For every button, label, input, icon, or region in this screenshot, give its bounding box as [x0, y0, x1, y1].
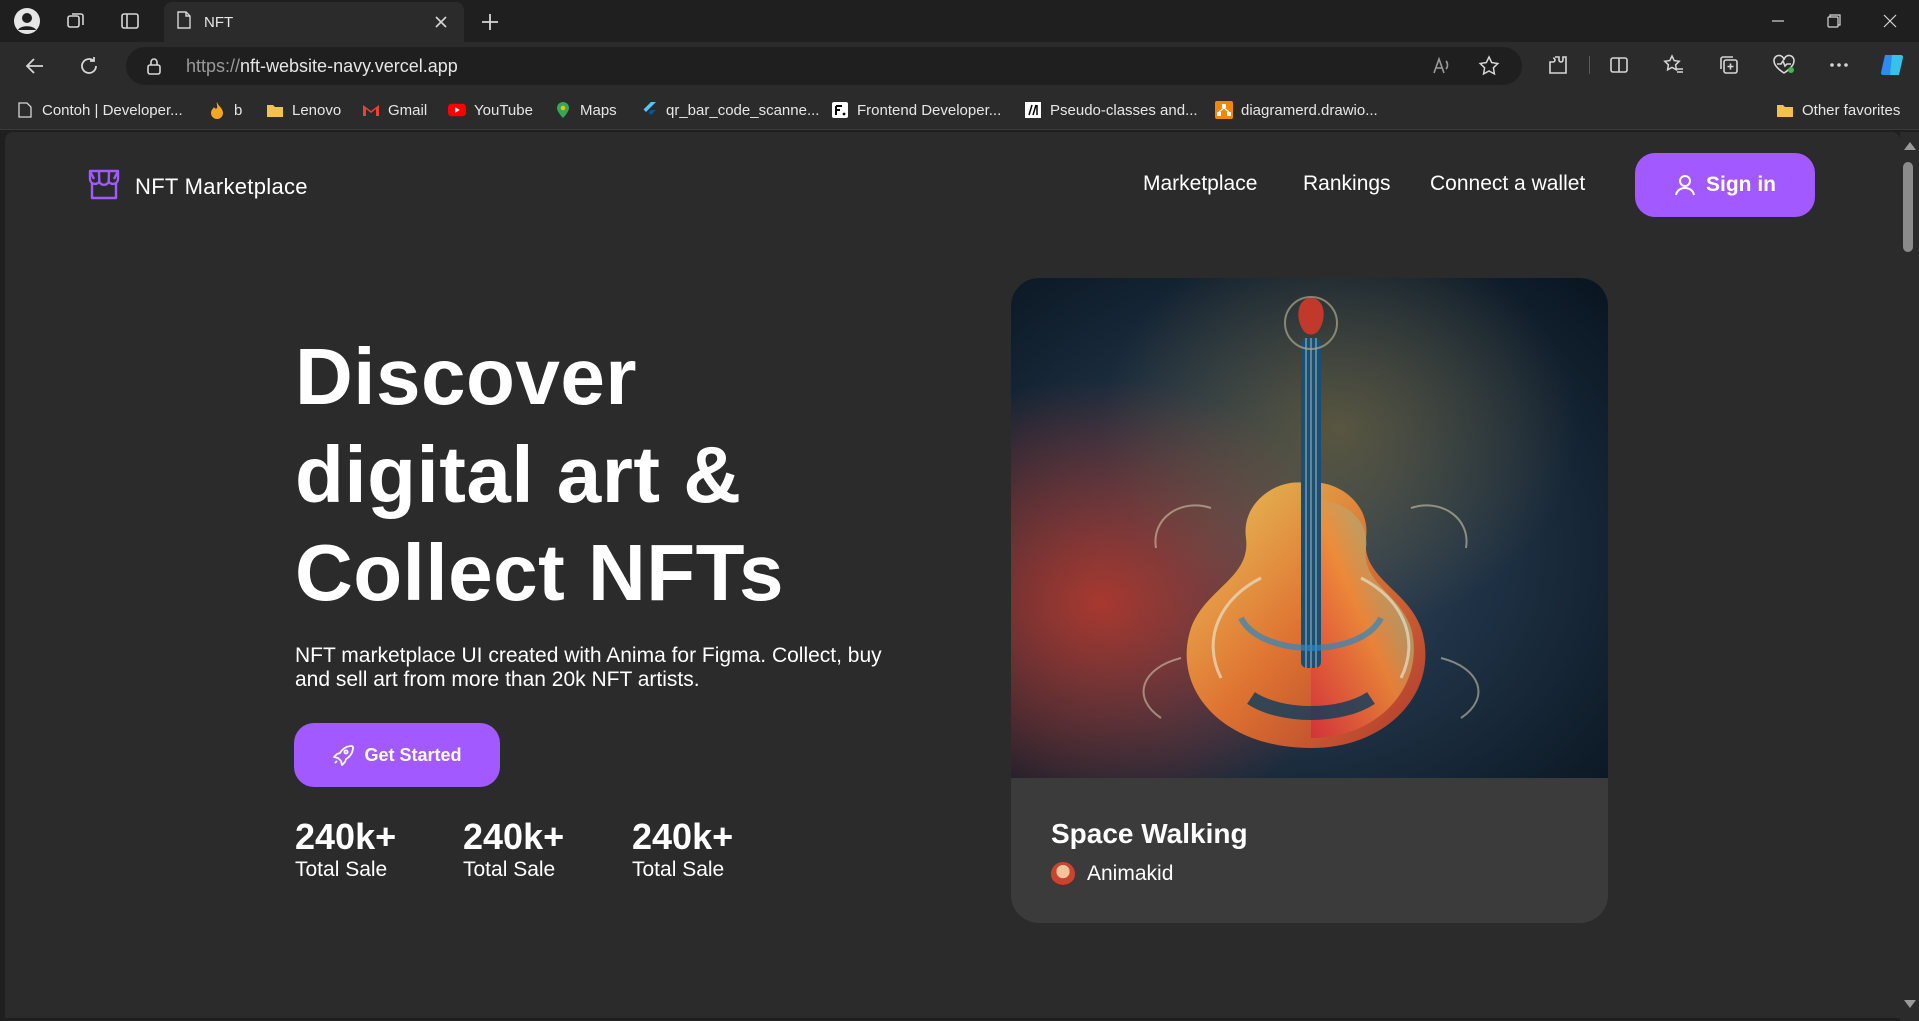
bookmark-item[interactable]: Contoh | Developer... — [16, 90, 183, 130]
get-started-button[interactable]: Get Started — [294, 723, 500, 787]
bookmark-item[interactable]: Lenovo — [266, 90, 341, 130]
drawio-icon — [1215, 101, 1233, 119]
hero-title-line: Discover — [295, 332, 637, 421]
stat-value: 240k+ — [632, 816, 734, 857]
fire-icon — [208, 101, 226, 119]
extensions-icon[interactable] — [1541, 48, 1575, 82]
storefront-icon — [87, 168, 121, 205]
stat-label: Total Sale — [632, 858, 725, 881]
stat-label: Total Sale — [463, 858, 556, 881]
page-scrollbar[interactable] — [1900, 132, 1919, 1021]
bookmark-item[interactable]: Pseudo-classes and... — [1024, 90, 1198, 130]
close-tab-icon[interactable] — [430, 11, 452, 33]
profile-icon[interactable] — [9, 3, 45, 39]
read-aloud-icon[interactable] — [1431, 55, 1453, 82]
stat-item: 240k+ Total Sale — [463, 817, 564, 883]
workspaces-icon[interactable] — [58, 3, 94, 39]
active-tab[interactable]: NFT — [164, 2, 464, 42]
hero-subtitle: NFT marketplace UI created with Anima fo… — [295, 644, 882, 691]
mdn-icon — [1024, 101, 1042, 119]
bookmark-item[interactable]: Frontend Developer... — [831, 90, 1001, 130]
sign-in-button[interactable]: Sign in — [1635, 153, 1815, 217]
favorites-icon[interactable] — [1657, 48, 1691, 82]
restore-icon[interactable] — [1806, 3, 1862, 39]
hero-title: Discover digital art & Collect NFTs — [295, 328, 784, 622]
bookmark-item[interactable]: YouTube — [448, 90, 533, 130]
toolbar-divider — [1589, 56, 1590, 74]
hero-title-line: Collect NFTs — [295, 528, 785, 617]
user-icon — [1675, 175, 1695, 196]
favorite-star-icon[interactable] — [1478, 55, 1500, 82]
stat-value: 240k+ — [463, 816, 565, 857]
bookmark-item[interactable]: Maps — [554, 90, 617, 130]
page-icon — [176, 10, 192, 34]
address-bar[interactable]: https://nft-website-navy.vercel.app — [126, 47, 1522, 85]
lock-icon[interactable] — [146, 57, 162, 80]
tab-strip: NFT — [0, 0, 1919, 42]
nav-rankings[interactable]: Rankings — [1303, 172, 1391, 196]
folder-icon — [266, 101, 284, 119]
maps-pin-icon — [554, 101, 572, 119]
stat-value: 240k+ — [295, 816, 397, 857]
stat-item: 240k+ Total Sale — [632, 817, 733, 883]
page-viewport: NFT Marketplace Marketplace Rankings Con… — [5, 132, 1900, 1018]
site-logo[interactable]: NFT Marketplace — [87, 168, 308, 205]
tab-actions-icon[interactable] — [112, 3, 148, 39]
url-text[interactable]: https://nft-website-navy.vercel.app — [186, 56, 458, 77]
featured-nft-card[interactable]: Space Walking Animakid — [1011, 278, 1608, 923]
copilot-icon[interactable] — [1876, 48, 1910, 82]
refresh-icon[interactable] — [71, 48, 107, 84]
scrollbar-thumb[interactable] — [1903, 162, 1913, 252]
bookmark-item[interactable]: b — [208, 90, 242, 130]
back-icon[interactable] — [17, 48, 53, 84]
sign-in-label: Sign in — [1706, 173, 1776, 196]
collections-icon[interactable] — [1712, 48, 1746, 82]
flutter-icon — [640, 101, 658, 119]
close-window-icon[interactable] — [1862, 3, 1918, 39]
stat-item: 240k+ Total Sale — [295, 817, 396, 883]
scroll-up-arrow[interactable] — [1904, 142, 1916, 150]
rocket-icon — [333, 745, 355, 766]
nft-title: Space Walking — [1051, 818, 1248, 849]
split-screen-icon[interactable] — [1602, 48, 1636, 82]
new-tab-icon[interactable] — [472, 4, 508, 40]
bookmarks-bar: Contoh | Developer... b Lenovo Gmail You… — [0, 90, 1919, 130]
other-favorites[interactable]: Other favorites — [1776, 90, 1900, 130]
avatar — [1051, 862, 1075, 886]
hero-title-line: digital art & — [295, 430, 742, 519]
browser-essentials-icon[interactable] — [1767, 48, 1801, 82]
gmail-icon — [362, 101, 380, 119]
bookmark-item[interactable]: diagramerd.drawio... — [1215, 90, 1378, 130]
get-started-label: Get Started — [364, 744, 462, 765]
tab-title: NFT — [204, 13, 234, 31]
page-icon — [16, 101, 34, 119]
more-options-icon[interactable] — [1822, 48, 1856, 82]
minimize-icon[interactable] — [1750, 3, 1806, 39]
frontend-icon — [831, 101, 849, 119]
stat-label: Total Sale — [295, 858, 388, 881]
artist-name: Animakid — [1087, 862, 1174, 885]
nav-connect-wallet[interactable]: Connect a wallet — [1430, 172, 1585, 196]
nft-artist[interactable]: Animakid — [1051, 862, 1173, 886]
nft-artwork-image — [1011, 278, 1608, 778]
scroll-down-arrow[interactable] — [1904, 1000, 1916, 1008]
logo-text: NFT Marketplace — [135, 173, 308, 199]
nav-marketplace[interactable]: Marketplace — [1143, 172, 1257, 196]
bookmark-item[interactable]: Gmail — [362, 90, 427, 130]
folder-icon — [1776, 101, 1794, 119]
bookmark-item[interactable]: qr_bar_code_scanne... — [640, 90, 819, 130]
youtube-icon — [448, 101, 466, 119]
